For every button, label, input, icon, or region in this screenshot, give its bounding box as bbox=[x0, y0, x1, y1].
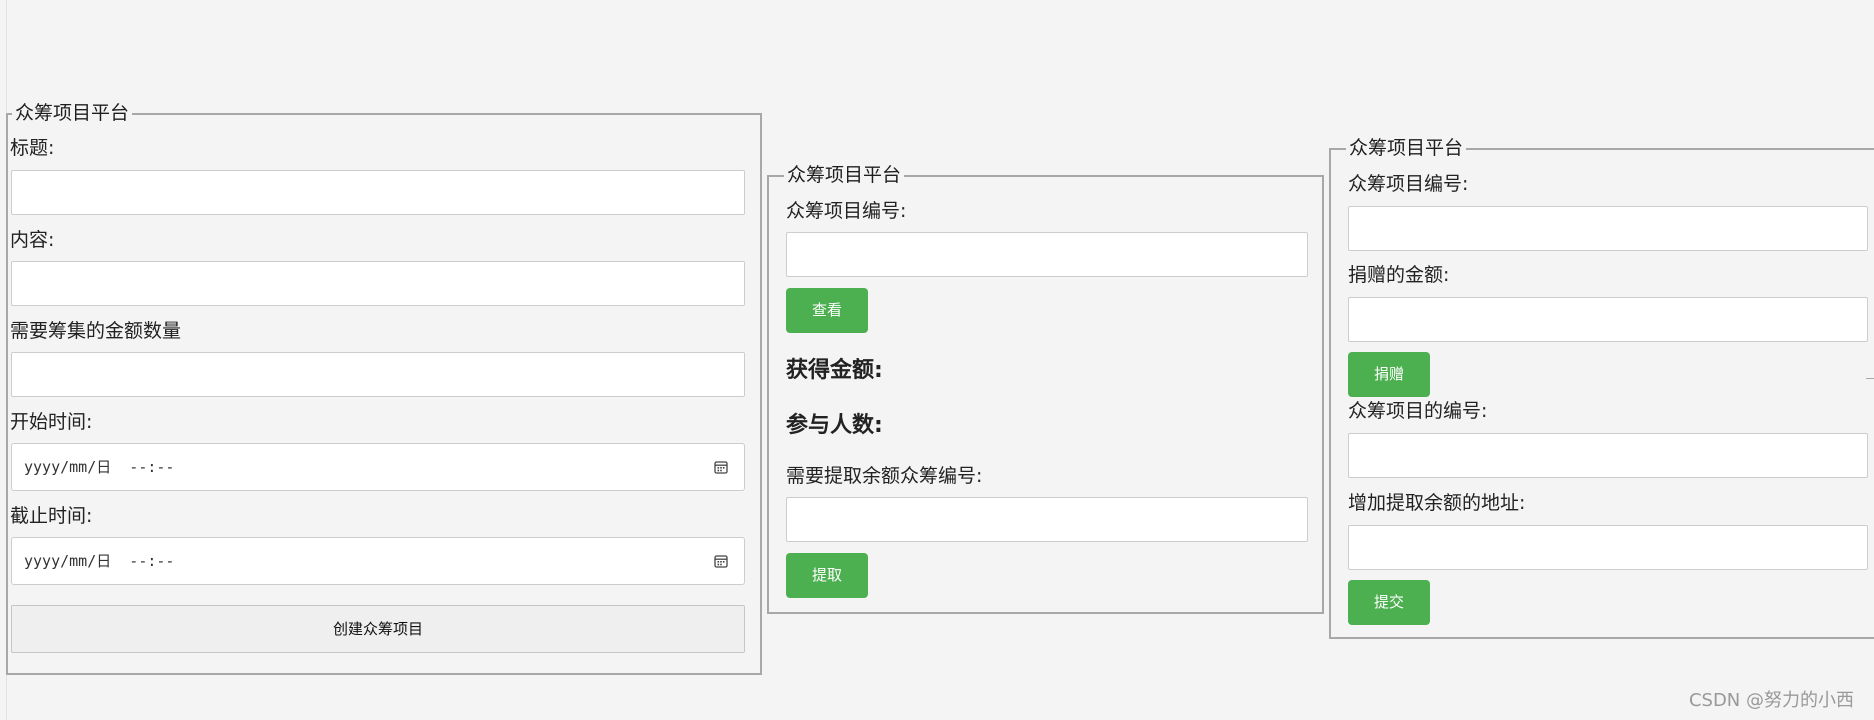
panel-title: 众筹项目平台 bbox=[12, 101, 133, 125]
raised-amount-heading: 获得金额: bbox=[786, 358, 883, 383]
create-project-button[interactable]: 创建众筹项目 bbox=[11, 605, 745, 653]
create-project-panel: 众筹项目平台 标题: 内容: 需要筹集的金额数量 开始时间: yyyy/mm/日… bbox=[6, 101, 762, 675]
funding-amount-input[interactable] bbox=[11, 352, 745, 397]
content-label: 内容: bbox=[10, 229, 55, 251]
calendar-icon[interactable] bbox=[714, 460, 728, 474]
withdraw-project-id-input[interactable] bbox=[786, 497, 1308, 542]
start-time-input[interactable]: yyyy/mm/日 --:-- bbox=[11, 443, 745, 491]
funding-amount-label: 需要筹集的金额数量 bbox=[10, 320, 182, 342]
content-input[interactable] bbox=[11, 261, 745, 306]
project-id-label: 众筹项目编号: bbox=[786, 200, 907, 222]
end-time-input[interactable]: yyyy/mm/日 --:-- bbox=[11, 537, 745, 585]
start-time-label: 开始时间: bbox=[10, 411, 93, 433]
donation-amount-input[interactable] bbox=[1348, 297, 1868, 342]
withdraw-address-label: 增加提取余额的地址: bbox=[1348, 492, 1526, 514]
scroll-edge-mark bbox=[1866, 378, 1874, 379]
project-id-input[interactable] bbox=[786, 232, 1308, 277]
end-time-placeholder: yyyy/mm/日 --:-- bbox=[24, 552, 175, 570]
csdn-watermark: CSDN @努力的小西 bbox=[1688, 690, 1854, 711]
view-button[interactable]: 查看 bbox=[786, 288, 868, 333]
calendar-icon[interactable] bbox=[714, 554, 728, 568]
participant-count-heading: 参与人数: bbox=[786, 413, 883, 438]
address-project-id-label: 众筹项目的编号: bbox=[1348, 400, 1488, 422]
donate-project-id-label: 众筹项目编号: bbox=[1348, 173, 1469, 195]
panel-title: 众筹项目平台 bbox=[784, 163, 905, 187]
panel-title: 众筹项目平台 bbox=[1346, 136, 1467, 160]
title-label: 标题: bbox=[10, 137, 55, 159]
donate-panel: 众筹项目平台 众筹项目编号: 捐赠的金额: 捐赠 众筹项目的编号: 增加提取余额… bbox=[1329, 136, 1874, 639]
query-project-panel: 众筹项目平台 众筹项目编号: 查看 获得金额: 参与人数: 需要提取余额众筹编号… bbox=[767, 163, 1324, 614]
donation-amount-label: 捐赠的金额: bbox=[1348, 264, 1450, 286]
donate-button[interactable]: 捐赠 bbox=[1348, 352, 1430, 397]
submit-button[interactable]: 提交 bbox=[1348, 580, 1430, 625]
end-time-label: 截止时间: bbox=[10, 505, 93, 527]
title-input[interactable] bbox=[11, 170, 745, 215]
start-time-placeholder: yyyy/mm/日 --:-- bbox=[24, 458, 175, 476]
address-project-id-input[interactable] bbox=[1348, 433, 1868, 478]
withdraw-project-id-label: 需要提取余额众筹编号: bbox=[786, 465, 983, 487]
withdraw-address-input[interactable] bbox=[1348, 525, 1868, 570]
donate-project-id-input[interactable] bbox=[1348, 206, 1868, 251]
withdraw-button[interactable]: 提取 bbox=[786, 553, 868, 598]
